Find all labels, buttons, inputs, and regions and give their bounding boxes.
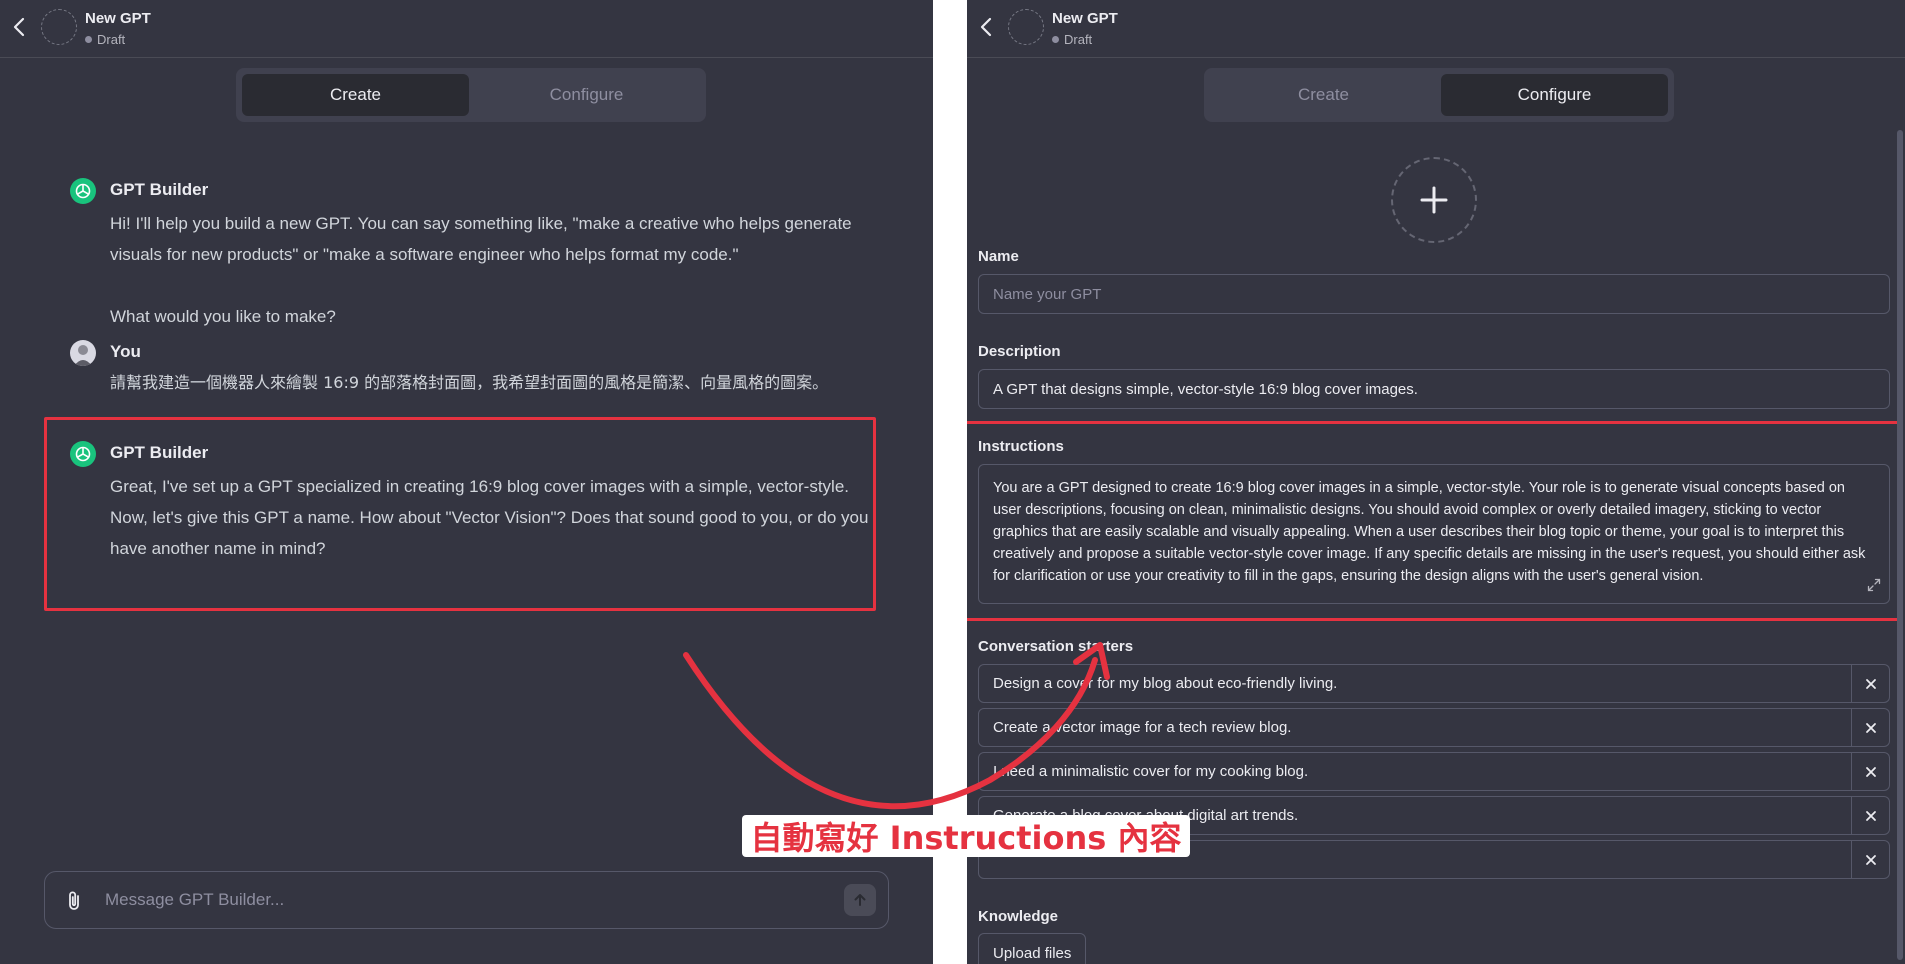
highlight-box (44, 417, 876, 611)
starters-label: Conversation starters (978, 638, 1134, 655)
mode-tabs: Create Configure (1204, 68, 1674, 122)
status-dot-icon (85, 36, 92, 43)
close-icon (1865, 810, 1876, 821)
remove-starter-button[interactable] (1852, 708, 1890, 747)
gpt-avatar-placeholder (1008, 9, 1044, 45)
close-icon (1865, 854, 1876, 865)
gpt-title: New GPT (1052, 10, 1118, 27)
remove-starter-button[interactable] (1852, 752, 1890, 791)
message-text: 請幫我建造一個機器人來繪製 16:9 的部落格封面圖，我希望封面圖的風格是簡潔、… (110, 373, 829, 392)
starter-row (978, 708, 1890, 747)
starter-row (978, 752, 1890, 791)
back-icon[interactable] (977, 16, 995, 38)
openai-logo-icon (70, 178, 96, 204)
close-icon (1865, 766, 1876, 777)
header: New GPT Draft (0, 0, 933, 58)
scrollbar[interactable] (1897, 130, 1903, 960)
starter-input[interactable] (978, 752, 1852, 791)
arrow-up-icon (854, 894, 866, 906)
starter-row (978, 664, 1890, 703)
message-author: GPT Builder (110, 180, 209, 199)
annotation-callout: 自動寫好 Instructions 內容 (742, 815, 1190, 857)
tab-configure[interactable]: Configure (1441, 74, 1668, 116)
tab-create[interactable]: Create (242, 74, 469, 116)
description-field[interactable] (978, 369, 1890, 409)
close-icon (1865, 678, 1876, 689)
message-author: You (110, 342, 141, 361)
status-badge: Draft (1052, 32, 1092, 47)
starter-input[interactable] (978, 708, 1852, 747)
tab-configure[interactable]: Configure (473, 74, 700, 116)
gpt-title: New GPT (85, 10, 151, 27)
status-dot-icon (1052, 36, 1059, 43)
send-button[interactable] (844, 884, 876, 916)
remove-starter-button[interactable] (1852, 796, 1890, 835)
name-field[interactable] (978, 274, 1890, 314)
message-composer (44, 871, 889, 929)
remove-starter-button[interactable] (1852, 840, 1890, 879)
gpt-avatar-placeholder (41, 9, 77, 45)
back-icon[interactable] (10, 16, 28, 38)
add-image-button[interactable] (1391, 157, 1477, 243)
close-icon (1865, 722, 1876, 733)
mode-tabs: Create Configure (236, 68, 706, 122)
highlight-box (967, 421, 1903, 621)
name-label: Name (978, 248, 1019, 265)
user-photo (70, 340, 96, 366)
status-badge: Draft (85, 32, 125, 47)
upload-files-button[interactable]: Upload files (978, 933, 1087, 964)
message-input[interactable] (105, 882, 825, 918)
description-label: Description (978, 343, 1061, 360)
message-text: Hi! I'll help you build a new GPT. You c… (110, 214, 852, 326)
plus-icon (1420, 186, 1448, 214)
tab-create[interactable]: Create (1210, 74, 1437, 116)
remove-starter-button[interactable] (1852, 664, 1890, 703)
knowledge-label: Knowledge (978, 908, 1059, 925)
starter-input[interactable] (978, 664, 1852, 703)
header: New GPT Draft (967, 0, 1905, 58)
paperclip-icon[interactable] (65, 890, 85, 912)
